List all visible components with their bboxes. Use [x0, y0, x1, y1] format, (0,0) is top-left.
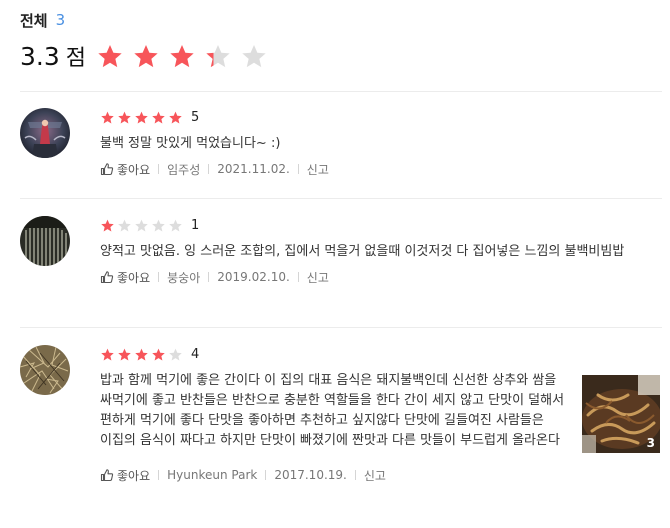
- star-filled-icon: [101, 111, 114, 123]
- review-star-rating: [100, 110, 185, 125]
- review-rating-value: 5: [191, 109, 200, 125]
- star-filled-icon: [118, 111, 131, 123]
- total-label: 전체: [20, 11, 48, 30]
- meta-separator: [354, 470, 356, 480]
- review-date: 2021.11.02.: [217, 162, 290, 176]
- divider: [20, 91, 662, 92]
- review-star-rating: [100, 347, 185, 362]
- meta-separator: [297, 164, 299, 174]
- review-date: 2017.10.19.: [274, 468, 347, 482]
- user-avatar[interactable]: [20, 345, 70, 395]
- report-button[interactable]: 신고: [364, 467, 386, 484]
- star-filled-icon: [135, 348, 148, 360]
- star-empty-icon: [118, 219, 131, 231]
- meta-separator: [208, 164, 210, 174]
- like-label: 좋아요: [117, 468, 151, 483]
- user-avatar[interactable]: [20, 216, 70, 266]
- review-text: 밥과 함께 먹기에 좋은 간이다 이 집의 대표 음식은 돼지불백인데 신선한 …: [100, 373, 565, 448]
- star-partial-icon: [206, 45, 230, 68]
- star-empty-icon: [169, 348, 182, 360]
- meta-separator: [158, 272, 160, 282]
- review-photo-thumbnail[interactable]: 3: [582, 375, 660, 453]
- meta-separator: [158, 164, 160, 174]
- review-item: 5 불백 정말 맛있게 먹었습니다~ :) 좋아요 임주성 2021.11.02…: [20, 108, 665, 188]
- review-text: 불백 정말 맛있게 먹었습니다~ :): [100, 136, 281, 151]
- score-value: 3.3: [20, 41, 60, 71]
- review-author: Hyunkeun Park: [167, 468, 258, 482]
- star-filled-icon: [101, 348, 114, 360]
- like-button[interactable]: 좋아요: [100, 269, 150, 286]
- review-rating-value: 4: [191, 346, 200, 362]
- score-unit: 점: [65, 46, 87, 71]
- photo-count: 3: [646, 436, 655, 450]
- star-empty-icon: [169, 219, 182, 231]
- user-avatar[interactable]: [20, 108, 70, 158]
- report-button[interactable]: 신고: [307, 269, 329, 286]
- star-filled-icon: [152, 348, 165, 360]
- meta-separator: [208, 272, 210, 282]
- star-empty-icon: [242, 45, 266, 68]
- divider: [20, 198, 662, 199]
- star-filled-icon: [98, 45, 122, 68]
- average-score: 3.3 점: [20, 38, 276, 74]
- review-text: 양적고 맛없음. 잉 스러운 조합의, 집에서 먹을거 없을때 이것저것 다 집…: [100, 244, 625, 259]
- thumbs-up-icon: [100, 271, 114, 284]
- review-star-rating: [100, 218, 185, 233]
- star-filled-icon: [118, 348, 131, 360]
- star-filled-icon: [101, 219, 114, 231]
- total-count: 3: [55, 11, 66, 29]
- review-meta: 좋아요 임주성 2021.11.02. 신고: [100, 161, 640, 177]
- divider: [20, 327, 662, 328]
- like-label: 좋아요: [117, 162, 151, 177]
- review-item: 1 양적고 맛없음. 잉 스러운 조합의, 집에서 먹을거 없을때 이것저것 다…: [20, 216, 665, 316]
- review-meta: 좋아요 Hyunkeun Park 2017.10.19. 신고: [100, 467, 568, 483]
- star-filled-icon: [134, 45, 158, 68]
- review-author: 임주성: [167, 162, 201, 177]
- like-button[interactable]: 좋아요: [100, 161, 150, 178]
- thumbs-up-icon: [100, 469, 114, 482]
- meta-separator: [158, 470, 160, 480]
- average-star-rating: [96, 42, 276, 70]
- review-item: 4 밥과 함께 먹기에 좋은 간이다 이 집의 대표 음식은 돼지불백인데 신선…: [20, 345, 665, 505]
- review-date: 2019.02.10.: [217, 270, 290, 284]
- review-author: 붕숭아: [167, 270, 201, 285]
- total-review-count: 전체 3: [20, 9, 65, 31]
- like-button[interactable]: 좋아요: [100, 467, 150, 484]
- star-filled-icon: [135, 111, 148, 123]
- review-meta: 좋아요 붕숭아 2019.02.10. 신고: [100, 269, 645, 285]
- thumbs-up-icon: [100, 163, 114, 176]
- star-filled-icon: [169, 111, 182, 123]
- report-button[interactable]: 신고: [307, 161, 329, 178]
- meta-separator: [297, 272, 299, 282]
- star-empty-icon: [135, 219, 148, 231]
- review-rating-value: 1: [191, 217, 200, 233]
- like-label: 좋아요: [117, 270, 151, 285]
- star-filled-icon: [170, 45, 194, 68]
- star-empty-icon: [152, 219, 165, 231]
- star-filled-icon: [152, 111, 165, 123]
- meta-separator: [265, 470, 267, 480]
